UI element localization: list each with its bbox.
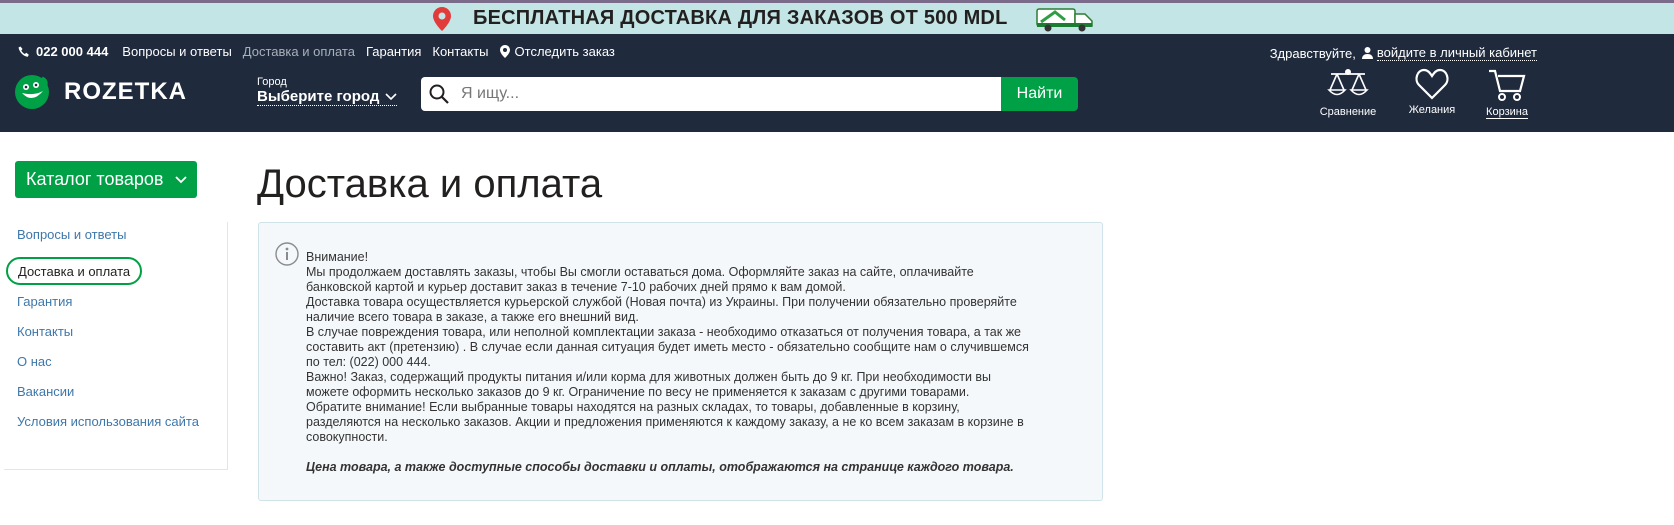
search-icon: [429, 84, 449, 104]
scales-icon: [1327, 69, 1369, 96]
account-greeting: Здравствуйте, войдите в личный кабинет: [1270, 45, 1537, 61]
promo-banner[interactable]: БЕСПЛАТНАЯ ДОСТАВКА ДЛЯ ЗАКАЗОВ ОТ 500 M…: [0, 0, 1674, 34]
nav-link-contacts[interactable]: Контакты: [432, 44, 488, 59]
greeting-text: Здравствуйте,: [1269, 45, 1356, 61]
notice-line: по тел: (022) 000 444.: [306, 355, 431, 369]
notice-line: совокупности.: [306, 430, 388, 444]
notice-emphasis: Цена товара, а также доступные способы д…: [306, 460, 1014, 474]
compare-label: Сравнение: [1319, 106, 1377, 118]
track-order-label: Отследить заказ: [514, 44, 615, 59]
notice-line: наличие всего товара в заказе, а также е…: [306, 310, 639, 324]
promo-text: БЕСПЛАТНАЯ ДОСТАВКА ДЛЯ ЗАКАЗОВ ОТ 500 M…: [473, 7, 1008, 29]
heart-icon: [1415, 68, 1449, 100]
phone-icon: [18, 46, 29, 57]
chevron-down-icon: [175, 175, 188, 183]
smiley-logo-icon: [15, 75, 49, 109]
top-navigation: 022 000 444 Вопросы и ответы Доставка и …: [18, 44, 615, 59]
notice-line: Важно! Заказ, содержащий продукты питани…: [306, 370, 992, 384]
info-icon: [275, 242, 299, 266]
cart-icon: [1489, 69, 1526, 101]
user-icon: [1361, 47, 1373, 59]
site-header: 022 000 444 Вопросы и ответы Доставка и …: [0, 34, 1674, 132]
compare-button[interactable]: Сравнение: [1318, 68, 1378, 119]
wishlist-label: Желания: [1408, 104, 1456, 116]
nav-link-delivery[interactable]: Доставка и оплата: [243, 44, 355, 59]
login-link[interactable]: войдите в личный кабинет: [1376, 45, 1537, 61]
notice-line: Внимание!: [306, 250, 369, 264]
rozetka-logo[interactable]: ROZETKA: [14, 74, 187, 110]
notice-line: разделяются на несколько заказов. Акции …: [306, 415, 1024, 429]
nav-link-faq[interactable]: Вопросы и ответы: [122, 44, 231, 59]
notice-line: можете оформить несколько заказов до 9 к…: [306, 385, 970, 399]
search-input[interactable]: [461, 85, 941, 103]
cart-button[interactable]: Корзина: [1482, 68, 1532, 119]
sidebar-item-terms[interactable]: Условия использования сайта: [17, 414, 199, 429]
sidebar-item-contacts[interactable]: Контакты: [17, 324, 73, 339]
header-actions: Сравнение Желания Корзина: [1318, 68, 1550, 119]
notice-line: Обратите внимание! Если выбранные товары…: [306, 400, 960, 414]
notice-line: Доставка товара осуществляется курьерско…: [306, 295, 1017, 309]
notice-line: составить акт (претензию) . В случае есл…: [306, 340, 1029, 354]
search-field: [421, 77, 1001, 111]
cart-label: Корзина: [1486, 106, 1528, 119]
city-value-text: Выберите город: [257, 88, 380, 105]
notice-spacer: [306, 445, 1076, 460]
sidebar-item-faq[interactable]: Вопросы и ответы: [17, 227, 126, 242]
city-selector[interactable]: Город Выберите город: [257, 76, 398, 106]
chevron-down-icon: [385, 92, 397, 100]
page-title: Доставка и оплата: [257, 162, 603, 206]
nav-link-warranty[interactable]: Гарантия: [366, 44, 421, 59]
sidebar-item-warranty[interactable]: Гарантия: [17, 294, 72, 309]
notice-line: В случае повреждения товара, или неполно…: [306, 325, 1022, 339]
notice-box: Внимание! Мы продолжаем доставлять заказ…: [258, 222, 1103, 501]
search-bar: Найти: [421, 77, 1078, 111]
location-pin-icon: [499, 45, 510, 58]
notice-line: банковской картой и курьер доставит зака…: [306, 280, 846, 294]
search-button[interactable]: Найти: [1001, 77, 1078, 111]
wishlist-button[interactable]: Желания: [1406, 68, 1458, 119]
catalog-button[interactable]: Каталог товаров: [15, 161, 197, 198]
track-order-link[interactable]: Отследить заказ: [499, 44, 615, 59]
notice-line: Мы продолжаем доставлять заказы, чтобы В…: [306, 265, 974, 279]
delivery-van-icon: [1036, 7, 1094, 31]
sidebar-item-vacancies[interactable]: Вакансии: [17, 384, 74, 399]
city-label: Город: [257, 76, 287, 88]
city-value: Выберите город: [257, 88, 398, 106]
catalog-button-label: Каталог товаров: [26, 169, 164, 189]
notice-text: Внимание! Мы продолжаем доставлять заказ…: [306, 250, 1076, 475]
sidebar-item-delivery[interactable]: Доставка и оплата: [6, 257, 143, 285]
sidebar-item-about[interactable]: О нас: [17, 354, 52, 369]
sidebar-menu: Вопросы и ответы Доставка и оплата Гаран…: [4, 222, 228, 470]
location-pin-icon: [433, 6, 451, 31]
phone-link[interactable]: 022 000 444: [18, 44, 108, 59]
logo-text: ROZETKA: [64, 78, 187, 105]
phone-number: 022 000 444: [36, 44, 109, 59]
